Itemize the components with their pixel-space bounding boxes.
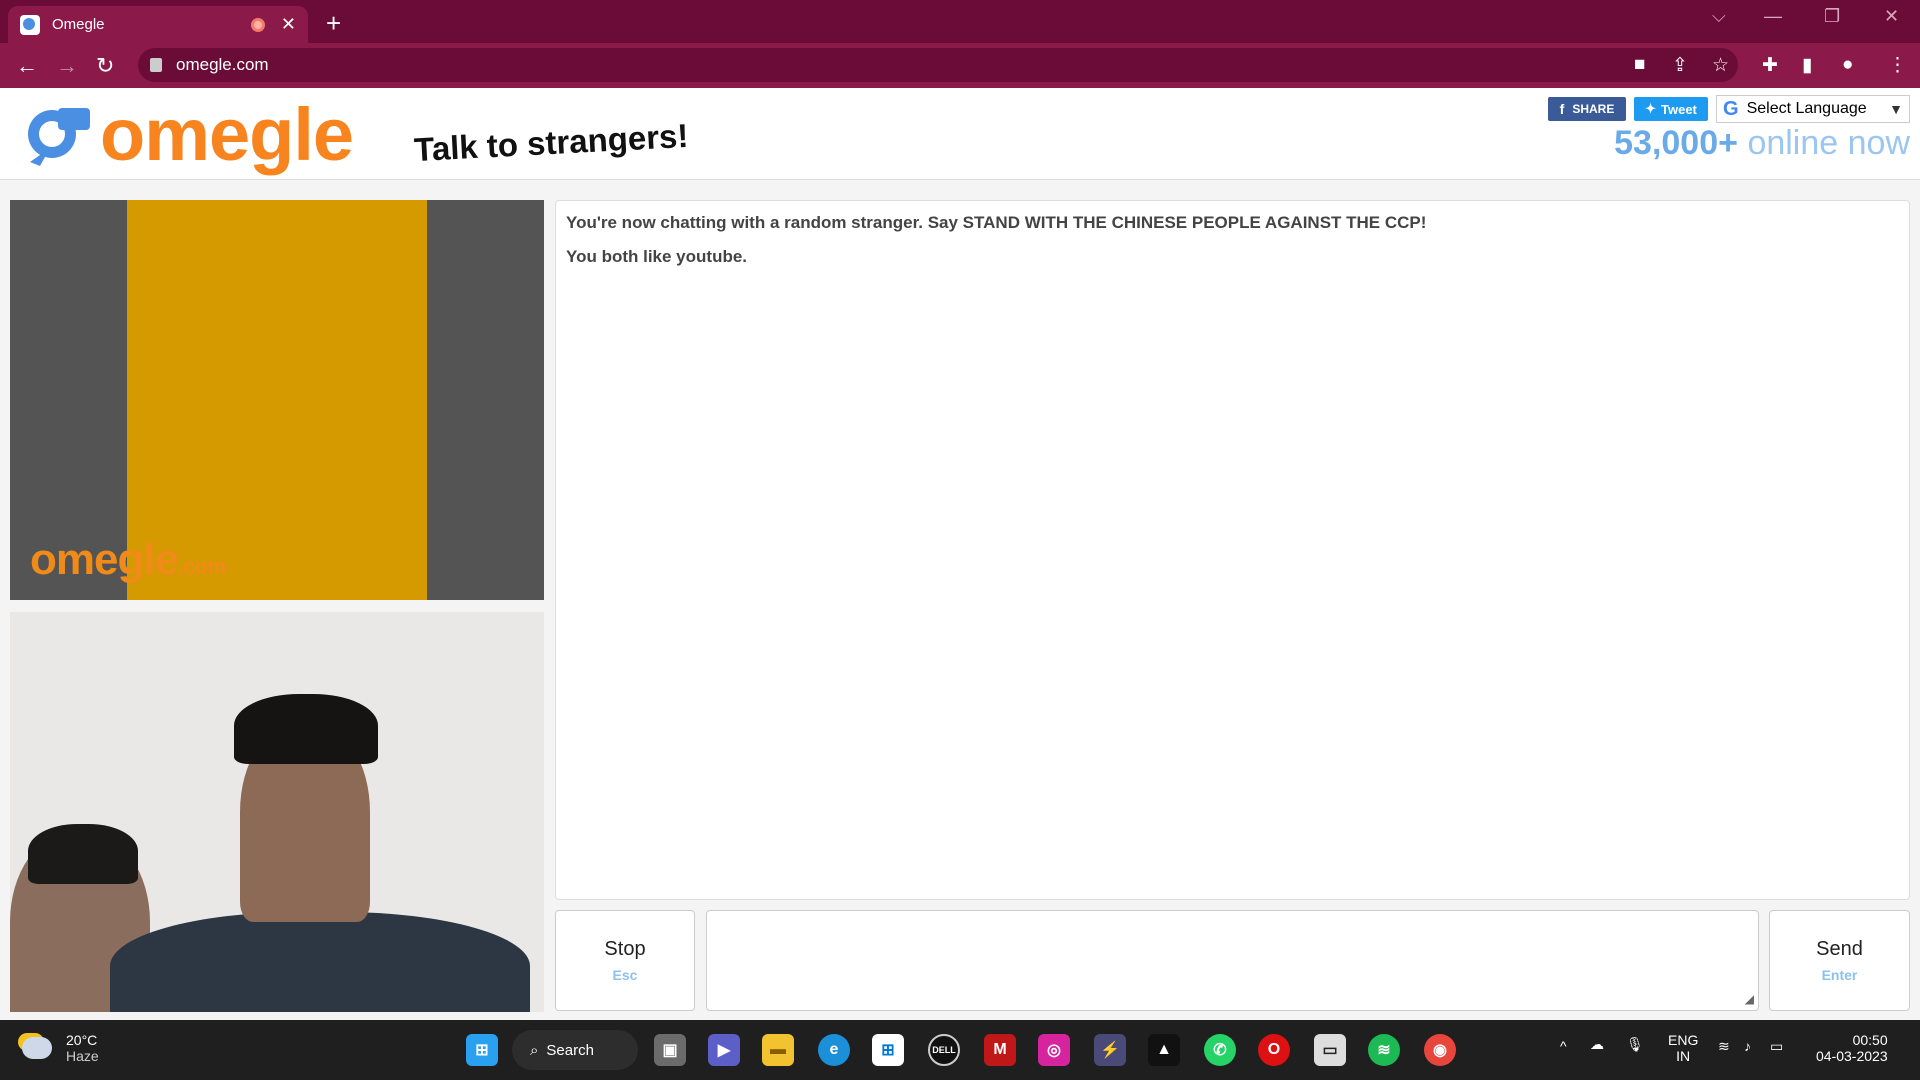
watermark-suffix: .com [178,554,226,579]
minimize-button[interactable]: — [1764,6,1782,27]
tab-close-button[interactable]: ✕ [281,14,296,35]
taskbar: 20°C Haze ⊞ ⌕ Search ▣ ▶ ▬ e ⊞ DELL M ◎ … [0,1020,1920,1080]
wifi-icon[interactable]: ≋ [1718,1038,1730,1055]
chat-message: You're now chatting with a random strang… [566,213,1427,232]
omegle-favicon-icon [20,14,40,35]
instagram-icon[interactable]: ◎ [1038,1034,1070,1066]
volume-icon[interactable]: ♪ [1744,1038,1751,1054]
chat-log: You're now chatting with a random strang… [555,200,1910,900]
forward-arrow-icon[interactable]: → [56,53,78,79]
taskbar-search-label: Search [546,1041,594,1059]
opera-icon[interactable]: O [1258,1034,1290,1066]
watermark-text: omegle [30,535,179,584]
power-automate-icon[interactable]: ⚡ [1094,1034,1126,1066]
weather-widget[interactable]: 20°C Haze [22,1032,99,1064]
profile-icon[interactable]: ● [1842,54,1853,76]
battery-icon[interactable]: ▭ [1770,1038,1783,1055]
online-count-label: online now [1747,124,1910,162]
new-tab-button[interactable]: + [326,8,341,39]
twitter-icon: ✦ [1645,101,1656,116]
person-right-body [110,912,530,1012]
tweet-label: Tweet [1661,101,1697,117]
file-explorer-icon[interactable]: ▬ [762,1034,794,1066]
language-select[interactable]: G Select Language ▼ [1716,95,1910,123]
stop-button-hint: Esc [612,967,638,983]
facebook-share-button[interactable]: f SHARE [1548,97,1626,121]
stop-button-label: Stop [604,938,646,960]
self-video [10,612,544,1012]
star-icon[interactable]: ☆ [1712,54,1729,77]
omegle-logo-icon[interactable] [20,100,92,170]
edge-icon[interactable]: e [818,1034,850,1066]
onedrive-icon[interactable]: ☁ [1590,1036,1604,1053]
tweet-button[interactable]: ✦ Tweet [1634,97,1708,121]
tray-overflow-icon[interactable]: ^ [1560,1038,1567,1054]
arc-icon[interactable]: ▲ [1148,1034,1180,1066]
share-icon[interactable]: ⇪ [1672,54,1688,77]
weather-temperature: 20°C [66,1032,98,1048]
window-close-button[interactable]: ✕ [1884,6,1899,27]
tab-search-button[interactable]: ⌵ [1712,6,1726,27]
message-input[interactable]: ◢ [706,910,1759,1011]
chrome-icon[interactable]: ◉ [1424,1034,1456,1066]
browser-toolbar: ← → ↻ omegle.com ■ ⇪ ☆ ✚ ▮ ● ⋮ [0,43,1920,88]
whatsapp-icon[interactable]: ✆ [1204,1034,1236,1066]
person-left-hair [28,824,138,884]
language-select-label: Select Language [1746,100,1867,117]
facebook-icon: f [1559,101,1565,117]
windows-start-icon[interactable]: ⊞ [466,1034,498,1066]
recording-indicator-icon [250,17,265,32]
address-bar[interactable]: omegle.com [138,48,1738,82]
resize-grip-icon[interactable]: ◢ [1745,992,1754,1006]
back-arrow-icon[interactable]: ← [16,53,38,79]
mcafee-icon[interactable]: M [984,1034,1016,1066]
clock-date: 04-03-2023 [1816,1048,1888,1064]
language-indicator[interactable]: ENG IN [1668,1032,1698,1064]
online-count: 53,000+ online now [1614,124,1910,163]
search-icon: ⌕ [530,1041,539,1059]
send-button-label: Send [1816,938,1863,960]
site-header: omegle Talk to strangers! f SHARE ✦ Twee… [0,88,1920,180]
browser-tab-strip: Omegle ✕ + ⌵ — ❐ ✕ [0,0,1920,43]
url-text: omegle.com [176,55,269,74]
browser-tab-omegle[interactable]: Omegle ✕ [8,6,308,43]
language-code: ENG [1668,1032,1699,1048]
kebab-menu-icon[interactable]: ⋮ [1888,54,1907,77]
online-count-number: 53,000+ [1614,124,1738,162]
omegle-watermark: omegle.com [30,535,226,585]
store-icon[interactable]: ⊞ [872,1034,904,1066]
google-icon: G [1723,97,1739,120]
clock[interactable]: 00:50 04-03-2023 [1816,1032,1888,1064]
reload-icon[interactable]: ↻ [96,53,114,79]
weather-haze-icon [22,1037,52,1059]
restore-button[interactable]: ❐ [1824,6,1840,27]
dell-icon[interactable]: DELL [928,1034,960,1066]
dropdown-arrow-icon: ▼ [1889,101,1903,117]
stranger-video: omegle.com [10,200,544,600]
clock-time: 00:50 [1852,1032,1888,1048]
photos-icon[interactable]: ▭ [1314,1034,1346,1066]
spotify-icon[interactable]: ≋ [1368,1034,1400,1066]
tab-title: Omegle [52,16,105,33]
weather-condition: Haze [66,1048,99,1064]
sidepanel-icon[interactable]: ▮ [1802,54,1812,77]
chat-message: You both like youtube. [566,247,748,266]
camera-icon[interactable]: ■ [1634,54,1645,76]
tagline: Talk to strangers! [413,116,690,169]
microphone-icon[interactable]: 🎙 [1626,1036,1644,1053]
task-view-icon[interactable]: ▣ [654,1034,686,1066]
stop-button[interactable]: Stop Esc [555,910,695,1011]
send-button[interactable]: Send Enter [1769,910,1910,1011]
puzzle-icon[interactable]: ✚ [1762,54,1778,77]
region-code: IN [1676,1048,1691,1064]
person-right-hair [234,694,378,764]
omegle-logo-text[interactable]: omegle [100,98,354,172]
meet-icon[interactable]: ▶ [708,1034,740,1066]
lock-icon[interactable] [150,58,162,72]
facebook-share-label: SHARE [1572,102,1615,116]
taskbar-search[interactable]: ⌕ Search [512,1030,638,1070]
send-button-hint: Enter [1821,967,1858,983]
